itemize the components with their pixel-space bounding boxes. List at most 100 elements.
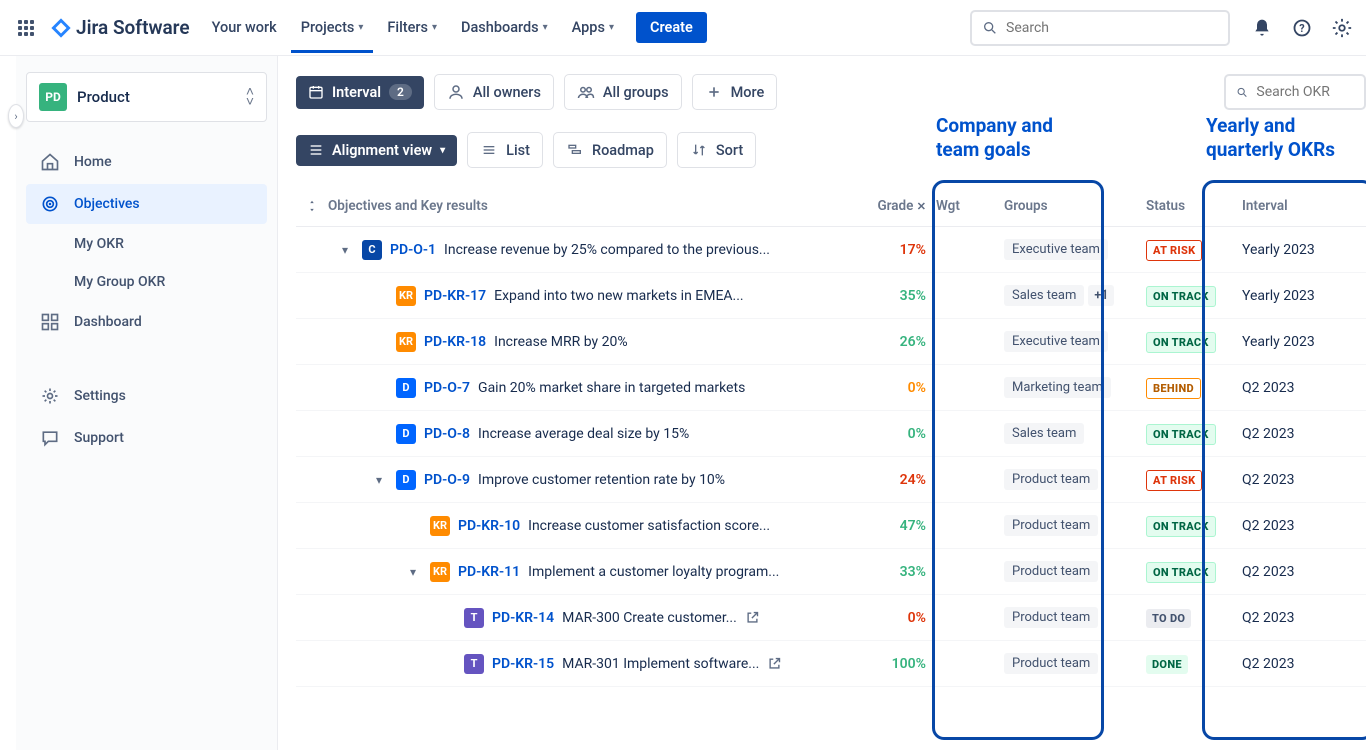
status-badge[interactable]: ON TRACK xyxy=(1146,286,1216,307)
chevron-down-icon[interactable]: ▾ xyxy=(370,473,388,487)
status-badge[interactable]: DONE xyxy=(1146,655,1188,674)
table-row[interactable]: ▾KRPD-KR-11Implement a customer loyalty … xyxy=(296,549,1366,595)
chevron-down-icon[interactable]: ▾ xyxy=(404,565,422,579)
grade-value: 100% xyxy=(892,656,926,672)
sidebar-item-label: My Group OKR xyxy=(74,274,165,290)
table-row[interactable]: TPD-KR-15MAR-301 Implement software...10… xyxy=(296,641,1366,687)
sort-icon xyxy=(690,141,708,159)
col-groups[interactable]: Groups xyxy=(986,198,1146,214)
sidebar-item-dashboard[interactable]: Dashboard xyxy=(26,302,267,342)
external-link-icon[interactable] xyxy=(745,610,761,626)
filter-interval[interactable]: Interval 2 xyxy=(296,76,424,109)
filter-label: More xyxy=(731,84,765,101)
search-okr-input[interactable] xyxy=(1256,84,1354,100)
filter-owners[interactable]: All owners xyxy=(434,74,554,110)
sidebar-item-settings[interactable]: Settings xyxy=(26,376,267,416)
status-badge[interactable]: AT RISK xyxy=(1146,240,1202,261)
chevron-down-icon: ▾ xyxy=(543,22,548,33)
global-search[interactable] xyxy=(970,10,1230,46)
filter-groups[interactable]: All groups xyxy=(564,74,682,110)
sidebar-expand-button[interactable]: › xyxy=(8,104,24,128)
col-title[interactable]: Objectives and Key results xyxy=(328,198,850,214)
group-chip[interactable]: Executive team xyxy=(1004,331,1108,352)
group-more-chip[interactable]: +1 xyxy=(1088,285,1114,306)
nav-dashboards[interactable]: Dashboards▾ xyxy=(451,11,558,44)
sidebar-item-support[interactable]: Support xyxy=(26,418,267,458)
filter-label: Interval xyxy=(332,84,381,101)
help-icon[interactable]: ? xyxy=(1290,16,1314,40)
group-chip[interactable]: Executive team xyxy=(1004,239,1108,260)
okr-summary: Improve customer retention rate by 10% xyxy=(478,472,725,488)
notifications-icon[interactable] xyxy=(1250,16,1274,40)
table-row[interactable]: DPD-O-7Gain 20% market share in targeted… xyxy=(296,365,1366,411)
create-button[interactable]: Create xyxy=(636,12,707,43)
app-switcher-icon[interactable] xyxy=(12,14,40,42)
chevron-down-icon[interactable]: ▾ xyxy=(336,243,354,257)
external-link-icon[interactable] xyxy=(767,656,783,672)
view-list[interactable]: List xyxy=(467,132,543,168)
status-badge[interactable]: ON TRACK xyxy=(1146,562,1216,583)
col-wgt[interactable]: Wgt xyxy=(936,198,986,214)
reorder-icon[interactable] xyxy=(305,199,319,213)
view-toolbar: Alignment view ▾ List Roadmap Sort Compa… xyxy=(296,132,1366,168)
okr-key[interactable]: PD-KR-10 xyxy=(458,518,520,534)
view-roadmap[interactable]: Roadmap xyxy=(553,132,667,168)
status-badge[interactable]: AT RISK xyxy=(1146,470,1202,491)
group-chip[interactable]: Product team xyxy=(1004,653,1098,674)
table-row[interactable]: ▾CPD-O-1Increase revenue by 25% compared… xyxy=(296,227,1366,273)
chevron-down-icon: ▾ xyxy=(432,22,437,33)
filter-more[interactable]: More xyxy=(692,74,778,110)
settings-icon[interactable] xyxy=(1330,16,1354,40)
col-grade[interactable]: Grade ✕ xyxy=(850,198,936,214)
okr-key[interactable]: PD-KR-11 xyxy=(458,564,520,580)
group-chip[interactable]: Product team xyxy=(1004,469,1098,490)
nav-projects[interactable]: Projects▾ xyxy=(291,2,374,53)
project-switcher[interactable]: PD Product ˄˅ xyxy=(26,72,267,122)
search-okr[interactable] xyxy=(1224,74,1366,110)
table-row[interactable]: DPD-O-8Increase average deal size by 15%… xyxy=(296,411,1366,457)
okr-table: Objectives and Key results Grade ✕ Wgt G… xyxy=(296,190,1366,687)
okr-key[interactable]: PD-KR-17 xyxy=(424,288,486,304)
table-row[interactable]: KRPD-KR-10Increase customer satisfaction… xyxy=(296,503,1366,549)
okr-key[interactable]: PD-O-9 xyxy=(424,472,470,488)
brand-name: Jira Software xyxy=(76,16,190,39)
chevron-down-icon: ▾ xyxy=(609,22,614,33)
brand[interactable]: Jira Software xyxy=(50,16,190,39)
okr-key[interactable]: PD-KR-18 xyxy=(424,334,486,350)
group-chip[interactable]: Sales team xyxy=(1004,423,1084,444)
sidebar-item-my-group-okr[interactable]: My Group OKR xyxy=(26,264,267,300)
group-chip[interactable]: Sales team xyxy=(1004,285,1084,306)
okr-key[interactable]: PD-O-8 xyxy=(424,426,470,442)
group-chip[interactable]: Product team xyxy=(1004,607,1098,628)
group-chip[interactable]: Product team xyxy=(1004,561,1098,582)
col-interval[interactable]: Interval xyxy=(1242,198,1366,214)
okr-key[interactable]: PD-KR-15 xyxy=(492,656,554,672)
okr-key[interactable]: PD-O-7 xyxy=(424,380,470,396)
nav-your-work[interactable]: Your work xyxy=(202,11,287,44)
search-input[interactable] xyxy=(1006,20,1218,36)
sort-button[interactable]: Sort xyxy=(677,132,756,168)
okr-key[interactable]: PD-O-1 xyxy=(390,242,436,258)
table-row[interactable]: KRPD-KR-17Expand into two new markets in… xyxy=(296,273,1366,319)
nav-apps[interactable]: Apps▾ xyxy=(562,11,624,44)
okr-key[interactable]: PD-KR-14 xyxy=(492,610,554,626)
view-alignment[interactable]: Alignment view ▾ xyxy=(296,135,457,166)
roadmap-icon xyxy=(566,141,584,159)
status-badge[interactable]: TO DO xyxy=(1146,609,1191,628)
table-row[interactable]: TPD-KR-14MAR-300 Create customer...0%Pro… xyxy=(296,595,1366,641)
sidebar-item-my-okr[interactable]: My OKR xyxy=(26,226,267,262)
group-chip[interactable]: Marketing team xyxy=(1004,377,1111,398)
top-nav: Jira Software Your work Projects▾ Filter… xyxy=(0,0,1366,56)
status-badge[interactable]: ON TRACK xyxy=(1146,516,1216,537)
status-badge[interactable]: BEHIND xyxy=(1146,378,1201,399)
table-row[interactable]: ▾DPD-O-9Improve customer retention rate … xyxy=(296,457,1366,503)
table-row[interactable]: KRPD-KR-18Increase MRR by 20%26%Executiv… xyxy=(296,319,1366,365)
col-status[interactable]: Status xyxy=(1146,198,1242,214)
status-badge[interactable]: ON TRACK xyxy=(1146,424,1216,445)
sidebar-item-home[interactable]: Home xyxy=(26,142,267,182)
sidebar-item-objectives[interactable]: Objectives xyxy=(26,184,267,224)
filter-label: All owners xyxy=(473,84,541,101)
status-badge[interactable]: ON TRACK xyxy=(1146,332,1216,353)
group-chip[interactable]: Product team xyxy=(1004,515,1098,536)
nav-filters[interactable]: Filters▾ xyxy=(377,11,447,44)
